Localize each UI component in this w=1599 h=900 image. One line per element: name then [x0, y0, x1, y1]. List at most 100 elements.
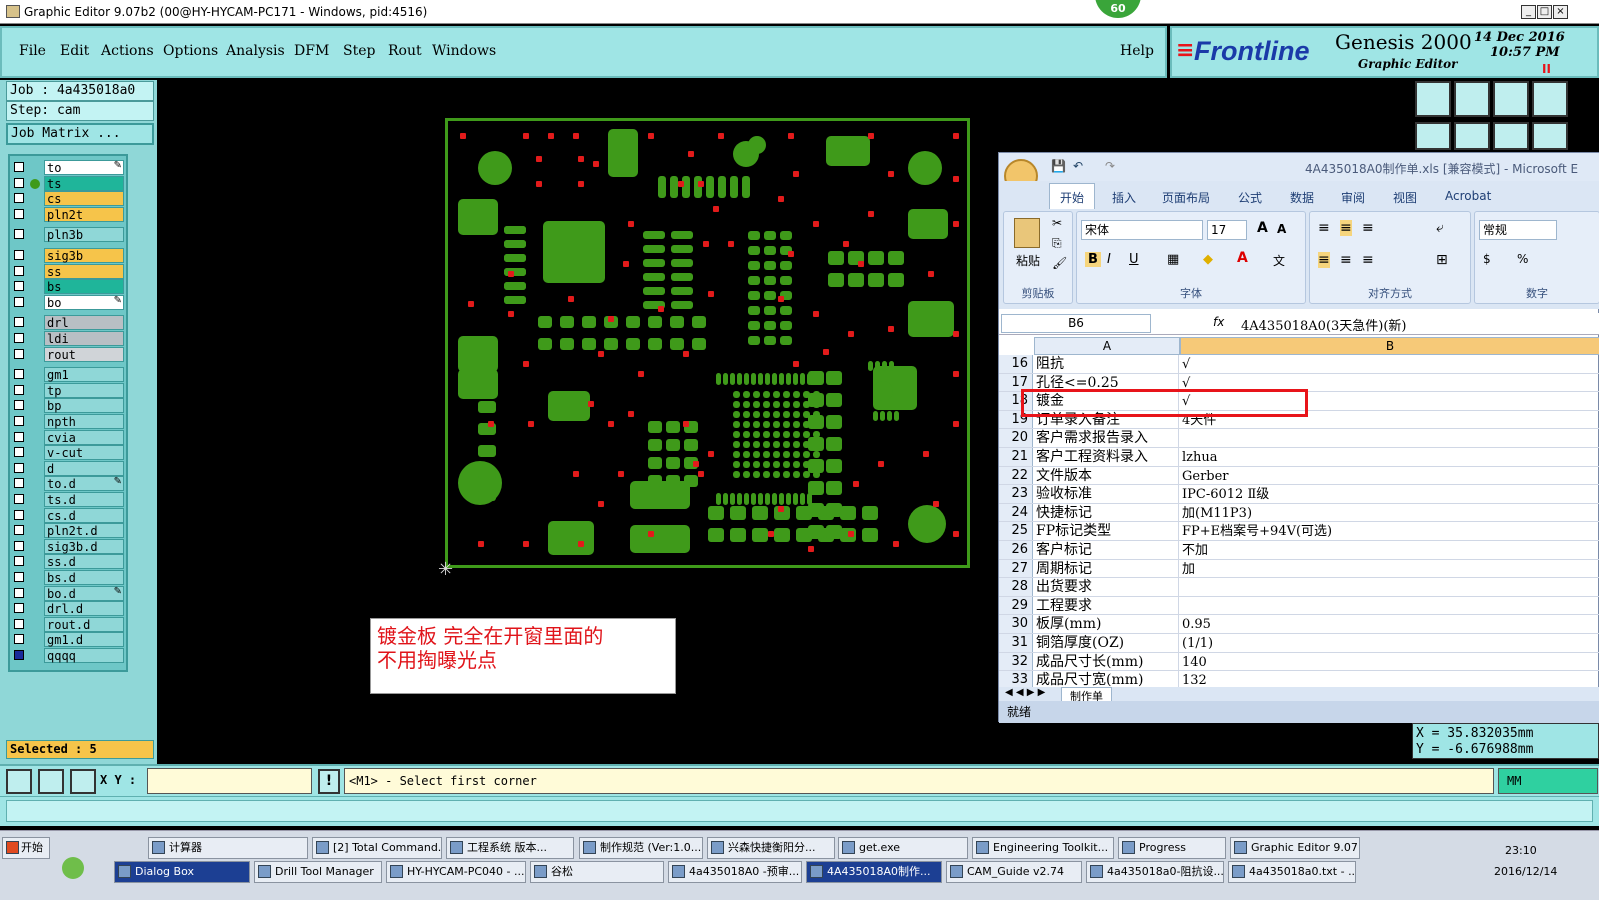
row-number[interactable]: 29: [999, 596, 1033, 615]
sheet-row[interactable]: 27 周期标记加: [999, 559, 1599, 579]
layer-name[interactable]: bp: [44, 398, 124, 414]
layer-checkbox[interactable]: [14, 208, 24, 219]
cell-b[interactable]: 加: [1180, 560, 1599, 578]
layer-name[interactable]: to: [44, 160, 124, 175]
cell-a[interactable]: 验收标准: [1034, 485, 1179, 503]
layer-name[interactable]: drl.d: [44, 601, 124, 617]
font-name-select[interactable]: 宋体: [1081, 220, 1203, 240]
row-number[interactable]: 28: [999, 578, 1033, 596]
layer-name[interactable]: sig3b.d: [44, 538, 124, 554]
layer-name[interactable]: cvia: [44, 429, 124, 445]
layer-row-sig3b.d[interactable]: sig3b.d: [10, 538, 126, 554]
underline-button[interactable]: U: [1129, 252, 1139, 267]
taskbar-item[interactable]: CAM_Guide v2.74: [946, 861, 1082, 883]
align-center-icon[interactable]: ≡: [1340, 252, 1352, 268]
currency-icon[interactable]: $: [1483, 252, 1491, 266]
taskbar-item[interactable]: Progress: [1118, 837, 1226, 859]
layer-name[interactable]: npth: [44, 414, 124, 429]
tab-acrobat[interactable]: Acrobat: [1445, 189, 1491, 203]
layer-name[interactable]: v-cut: [44, 445, 124, 461]
row-number[interactable]: 30: [999, 615, 1033, 633]
layer-checkbox[interactable]: [14, 618, 24, 629]
layer-row-gm1.d[interactable]: gm1.d: [10, 632, 126, 648]
menu-file[interactable]: File: [19, 43, 46, 59]
cell-b[interactable]: IPC-6012 Ⅱ级: [1180, 485, 1599, 503]
layer-name[interactable]: cs.d: [44, 507, 124, 523]
menu-windows[interactable]: Windows: [432, 43, 496, 59]
taskbar-item[interactable]: 制作规范 (Ver:1.0...: [579, 837, 703, 859]
cell-a[interactable]: 出货要求: [1034, 578, 1179, 596]
layer-name[interactable]: sig3b: [44, 248, 124, 263]
cell-a[interactable]: 板厚(mm): [1034, 615, 1179, 633]
percent-icon[interactable]: %: [1517, 252, 1528, 266]
font-color-icon[interactable]: A: [1237, 250, 1248, 266]
cell-b[interactable]: 不加: [1180, 541, 1599, 559]
layer-row-cs[interactable]: cs: [10, 191, 126, 207]
formula-input[interactable]: 4A435018A0(3天急件)(新): [1241, 315, 1407, 334]
row-number[interactable]: 25: [999, 522, 1033, 540]
sheet-row[interactable]: 31 铜箔厚度(OZ) (1/1): [999, 634, 1599, 653]
layer-row-sig3b[interactable]: sig3b: [10, 248, 126, 263]
menu-help[interactable]: Help: [1120, 43, 1154, 59]
menu-actions[interactable]: Actions: [101, 43, 154, 59]
layer-checkbox[interactable]: [14, 556, 24, 567]
layer-name[interactable]: ldi: [44, 331, 124, 346]
layer-row-ts[interactable]: ts: [10, 175, 126, 191]
cut-icon[interactable]: ✂: [1052, 216, 1062, 230]
layer-checkbox[interactable]: [14, 265, 24, 276]
cell-a[interactable]: 快捷标记: [1034, 503, 1179, 522]
row-number[interactable]: 22: [999, 466, 1033, 485]
cell-b[interactable]: √: [1180, 355, 1599, 373]
menu-edit[interactable]: Edit: [60, 43, 89, 59]
tool-zoom-out-icon[interactable]: [1493, 81, 1529, 117]
layer-checkbox[interactable]: [14, 400, 24, 411]
quick-access-save-icon[interactable]: 💾: [1051, 159, 1066, 173]
layer-row-bs.d[interactable]: bs.d: [10, 570, 126, 585]
taskbar-item[interactable]: get.exe: [838, 837, 968, 859]
sheet-row[interactable]: 30 板厚(mm) 0.95: [999, 615, 1599, 634]
taskbar-item[interactable]: [2] Total Command...: [312, 837, 442, 859]
taskbar-item[interactable]: 工程系统 版本...: [446, 837, 574, 859]
layer-checkbox[interactable]: [14, 572, 24, 582]
layer-row-bo.d[interactable]: bo.d ✎: [10, 585, 126, 601]
taskbar-item[interactable]: Graphic Editor 9.07...: [1230, 837, 1360, 859]
cell-a[interactable]: 铜箔厚度(OZ): [1034, 634, 1179, 652]
sheet-row[interactable]: 16 阻抗 √: [999, 355, 1599, 374]
layer-row-pln2t[interactable]: pln2t: [10, 206, 126, 222]
cell-a[interactable]: 工程要求: [1034, 596, 1179, 615]
cell-a[interactable]: 客户标记: [1034, 541, 1179, 559]
merge-cells-icon[interactable]: ⊞: [1436, 252, 1448, 268]
layer-name[interactable]: pln2t: [44, 206, 124, 222]
layer-row-drl[interactable]: drl: [10, 315, 126, 331]
fill-color-icon[interactable]: ◆: [1203, 252, 1213, 267]
layer-name[interactable]: d: [44, 460, 124, 476]
sheet-nav-icon[interactable]: ◀ ◀ ▶ ▶: [1005, 687, 1045, 698]
tab-view[interactable]: 视图: [1393, 189, 1417, 206]
angle-icon[interactable]: [38, 769, 64, 794]
layer-name[interactable]: bo.d: [44, 585, 124, 601]
layer-row-to.d[interactable]: to.d ✎: [10, 476, 126, 492]
layer-checkbox[interactable]: [14, 193, 24, 204]
taskbar-item[interactable]: Drill Tool Manager: [254, 861, 382, 883]
start-button[interactable]: 开始: [2, 837, 50, 859]
column-header-b[interactable]: B: [1180, 337, 1599, 355]
job-matrix-button[interactable]: Job Matrix ...: [6, 123, 154, 145]
layer-checkbox[interactable]: [14, 369, 24, 380]
cell-b[interactable]: [1180, 597, 1599, 615]
layer-row-qqqq[interactable]: qqqq: [10, 648, 126, 663]
copy-icon[interactable]: ⎘: [1052, 236, 1062, 251]
border-icon[interactable]: ▦: [1167, 252, 1179, 267]
align-top-icon[interactable]: ≡: [1318, 220, 1330, 236]
layer-checkbox[interactable]: [14, 162, 24, 172]
cell-b[interactable]: 加(M11P3): [1180, 504, 1599, 522]
alert-icon[interactable]: !: [318, 769, 340, 794]
cell-a[interactable]: 客户工程资料录入: [1034, 448, 1179, 466]
layer-row-pln2t.d[interactable]: pln2t.d: [10, 523, 126, 539]
layer-checkbox[interactable]: [14, 509, 24, 520]
layer-name[interactable]: ss: [44, 263, 124, 279]
sheet-row[interactable]: 24 快捷标记 加(M11P3): [999, 503, 1599, 523]
row-number[interactable]: 20: [999, 429, 1033, 447]
taskbar-item[interactable]: 4a435018a0-阻抗设...: [1086, 861, 1224, 883]
layer-name[interactable]: drl: [44, 315, 124, 331]
phonetic-icon[interactable]: 文: [1273, 252, 1285, 269]
